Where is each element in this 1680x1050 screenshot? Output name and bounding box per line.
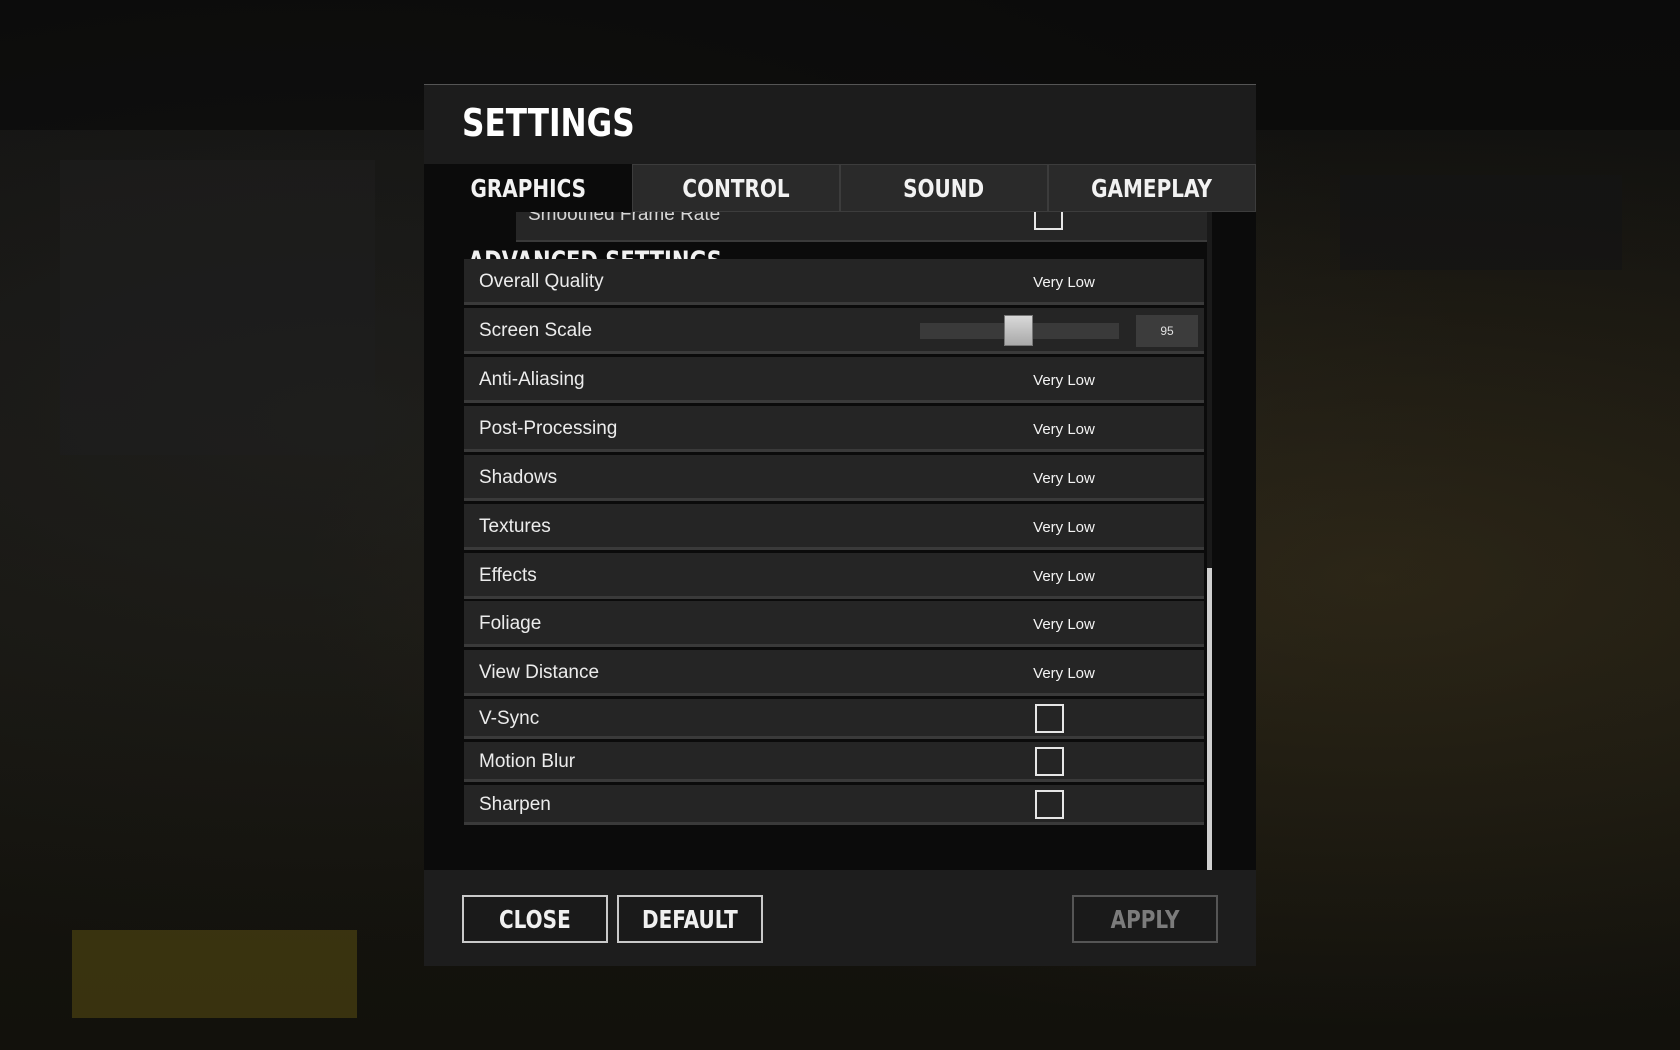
motion-blur-checkbox[interactable] xyxy=(1035,747,1064,776)
setting-label: V-Sync xyxy=(479,708,540,729)
shadows-selector[interactable]: Very Low xyxy=(1014,470,1114,487)
settings-dialog: SETTINGS GRAPHICS CONTROL SOUND GAMEPLAY… xyxy=(424,84,1256,966)
tab-sound-label: SOUND xyxy=(903,173,985,203)
dialog-footer: CLOSE DEFAULT APPLY xyxy=(424,870,1256,966)
setting-label: Screen Scale xyxy=(479,320,593,341)
setting-row-post-processing: Post-Processing Very Low xyxy=(464,406,1204,452)
setting-row-motion-blur: Motion Blur xyxy=(464,742,1204,782)
close-button[interactable]: CLOSE xyxy=(462,895,608,943)
tab-gameplay[interactable]: GAMEPLAY xyxy=(1048,164,1256,212)
textures-selector[interactable]: Very Low xyxy=(1014,519,1114,536)
dialog-title: SETTINGS xyxy=(462,101,635,145)
screen-scale-slider-thumb[interactable] xyxy=(1004,315,1033,346)
setting-row-view-distance: View Distance Very Low xyxy=(464,650,1204,696)
setting-row-screen-scale: Screen Scale 95 xyxy=(464,308,1204,354)
view-distance-selector[interactable]: Very Low xyxy=(1014,665,1114,682)
setting-label: Foliage xyxy=(479,613,542,634)
tab-gameplay-label: GAMEPLAY xyxy=(1091,173,1213,203)
tab-sound[interactable]: SOUND xyxy=(840,164,1048,212)
apply-button-label: APPLY xyxy=(1110,904,1180,934)
default-button-label: DEFAULT xyxy=(642,904,738,934)
setting-row-textures: Textures Very Low xyxy=(464,504,1204,550)
tab-control-label: CONTROL xyxy=(682,173,790,203)
setting-row-effects: Effects Very Low xyxy=(464,553,1204,599)
screen-scale-value[interactable]: 95 xyxy=(1136,315,1198,347)
setting-label: Shadows xyxy=(479,467,558,488)
setting-label: Post-Processing xyxy=(479,418,618,439)
tab-graphics-label: GRAPHICS xyxy=(470,173,586,203)
settings-tabs: GRAPHICS CONTROL SOUND GAMEPLAY xyxy=(424,164,1256,212)
tab-graphics[interactable]: GRAPHICS xyxy=(424,164,632,212)
setting-label: Sharpen xyxy=(479,794,551,815)
anti-aliasing-selector[interactable]: Very Low xyxy=(1014,372,1114,389)
setting-label: Effects xyxy=(479,565,537,586)
post-processing-selector[interactable]: Very Low xyxy=(1014,421,1114,438)
screen-scale-slider[interactable] xyxy=(920,315,1119,346)
setting-row-overall-quality: Overall Quality Very Low xyxy=(464,259,1204,305)
setting-row-foliage: Foliage Very Low xyxy=(464,601,1204,647)
v-sync-checkbox[interactable] xyxy=(1035,704,1064,733)
smoothed-frame-rate-checkbox[interactable] xyxy=(1034,212,1063,230)
setting-label: Textures xyxy=(479,516,551,537)
setting-row-v-sync: V-Sync xyxy=(464,699,1204,739)
apply-button[interactable]: APPLY xyxy=(1072,895,1218,943)
foliage-selector[interactable]: Very Low xyxy=(1014,616,1114,633)
setting-label: Motion Blur xyxy=(479,751,576,772)
default-button[interactable]: DEFAULT xyxy=(617,895,763,943)
settings-scrollbar[interactable] xyxy=(1207,212,1212,922)
sharpen-checkbox[interactable] xyxy=(1035,790,1064,819)
tab-control[interactable]: CONTROL xyxy=(632,164,840,212)
close-button-label: CLOSE xyxy=(499,904,571,934)
setting-row-shadows: Shadows Very Low xyxy=(464,455,1204,501)
setting-label: Anti-Aliasing xyxy=(479,369,585,390)
setting-row-anti-aliasing: Anti-Aliasing Very Low xyxy=(464,357,1204,403)
setting-row-sharpen: Sharpen xyxy=(464,785,1204,825)
background-left-panel xyxy=(60,160,375,455)
settings-scrollbar-thumb[interactable] xyxy=(1207,568,1212,922)
setting-label: Smoothed Frame Rate xyxy=(528,212,721,225)
setting-label: View Distance xyxy=(479,662,600,683)
setting-row-smoothed-frame-rate: Smoothed Frame Rate xyxy=(516,212,1208,242)
setting-label: Overall Quality xyxy=(479,271,604,292)
settings-scroll-area[interactable]: Smoothed Frame Rate ADVANCED SETTINGS Ov… xyxy=(464,212,1224,924)
background-ready-button xyxy=(72,930,357,1018)
overall-quality-selector[interactable]: Very Low xyxy=(1014,274,1114,291)
effects-selector[interactable]: Very Low xyxy=(1014,568,1114,585)
dialog-header: SETTINGS xyxy=(424,84,1256,165)
background-right-box xyxy=(1340,175,1622,270)
